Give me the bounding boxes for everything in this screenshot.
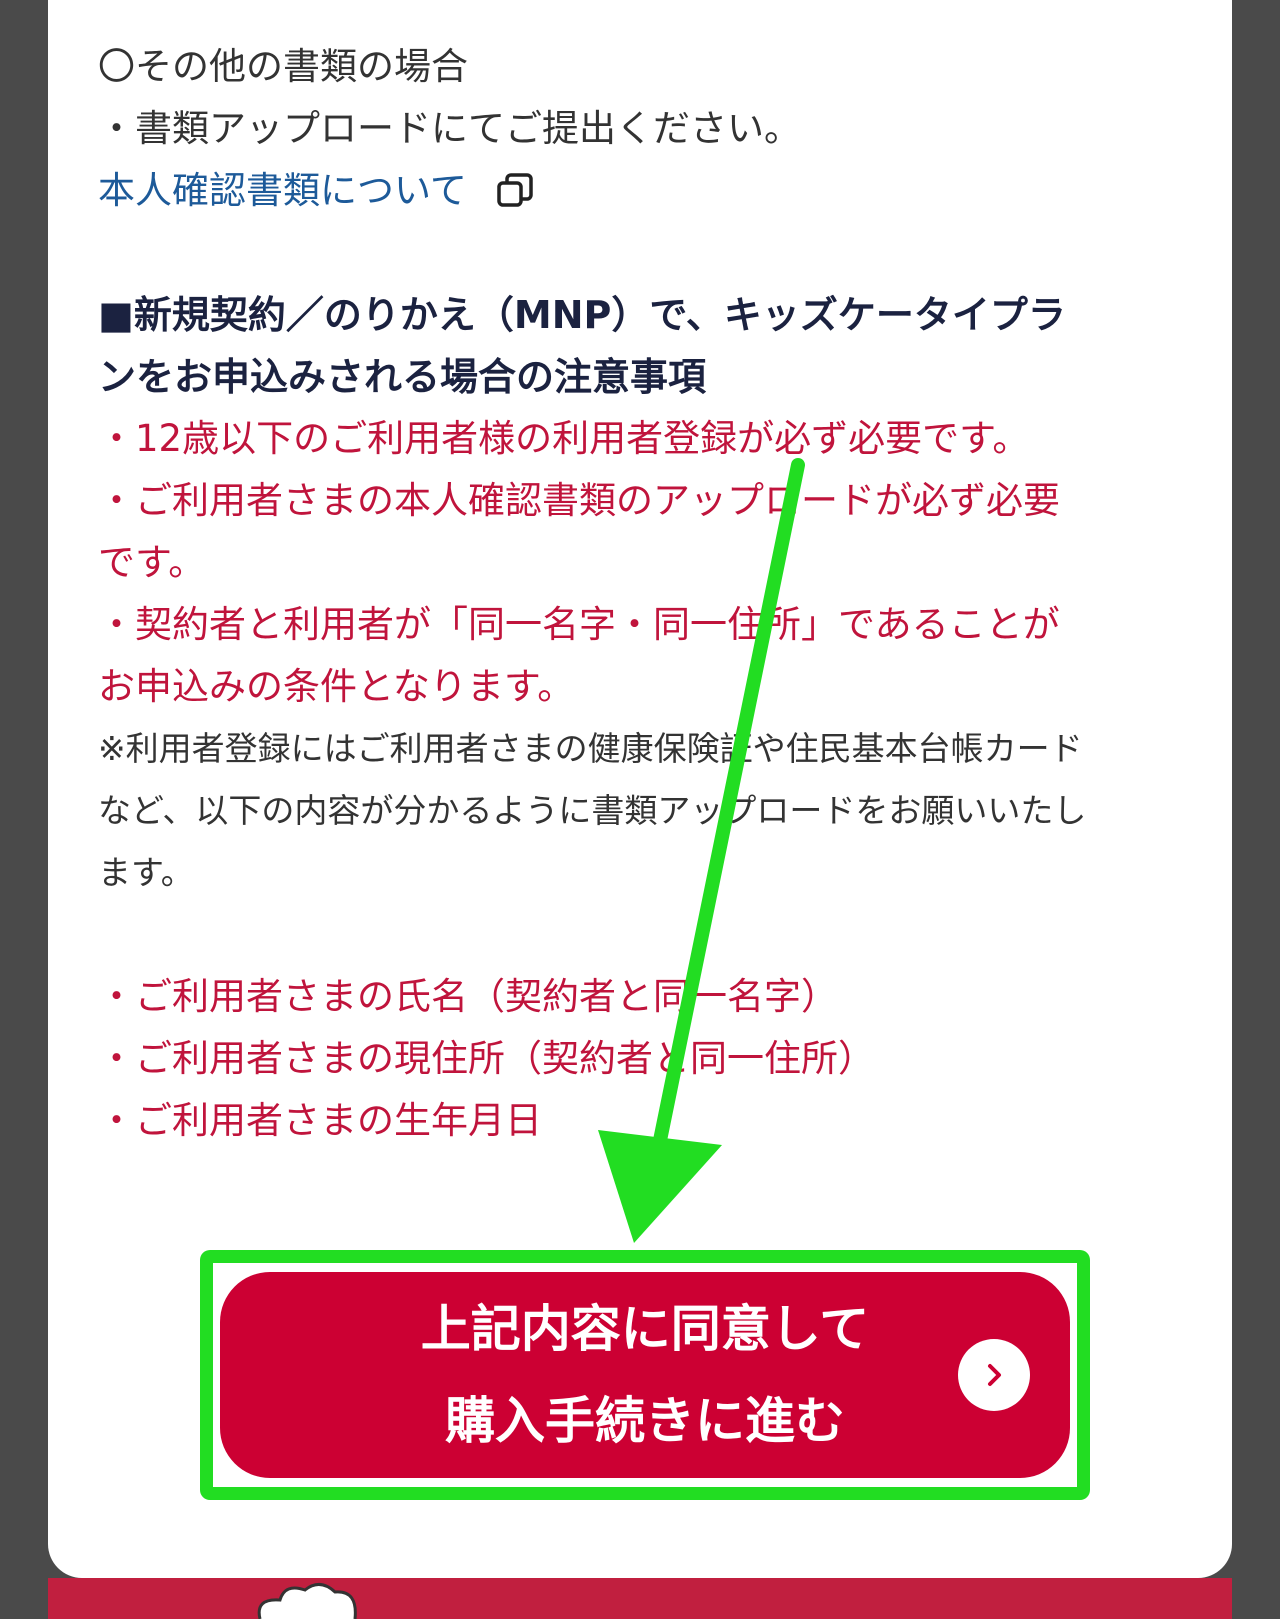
- kids-notice-heading-line2: ンをお申込みされる場合の注意事項: [98, 355, 707, 399]
- notice-red-line: です。: [98, 541, 206, 584]
- other-docs-heading: 〇その他の書類の場合: [98, 45, 468, 88]
- agree-button-line2: 購入手続きに進む: [445, 1392, 845, 1450]
- note-line: ます。: [98, 853, 194, 892]
- id-docs-link[interactable]: 本人確認書類について: [98, 160, 1228, 222]
- kids-notice-heading-line1: ■新規契約／のりかえ（MNP）で、キッズケータイプラ: [98, 293, 1066, 337]
- kids-notice-heading: ■新規契約／のりかえ（MNP）で、キッズケータイプラ ンをお申込みされる場合の注…: [98, 284, 1228, 408]
- notice-red-line: ・ご利用者さまの本人確認書類のアップロードが必ず必要: [98, 479, 1060, 522]
- other-docs-instruction: ・書類アップロードにてご提出ください。: [98, 107, 801, 150]
- agree-button-line1: 上記内容に同意して: [420, 1300, 870, 1358]
- notice-red-line: お申込みの条件となります。: [98, 665, 575, 708]
- chevron-right-icon: [958, 1339, 1030, 1411]
- note-line: ※利用者登録にはご利用者さまの健康保険証や住民基本台帳カード: [98, 729, 1083, 768]
- id-docs-link-label: 本人確認書類について: [98, 169, 467, 212]
- background-banner: [48, 1578, 1232, 1619]
- notice-red-line: ・契約者と利用者が「同一名字・同一住所」であることが: [98, 603, 1060, 646]
- notice-red-line: ・12歳以下のご利用者様の利用者登録が必ず必要です。: [98, 417, 1030, 460]
- required-item: ・ご利用者さまの氏名（契約者と同一名字）: [98, 975, 838, 1018]
- required-item: ・ご利用者さまの生年月日: [98, 1099, 542, 1142]
- cloud-icon: [257, 1583, 357, 1619]
- dialog-content: 〇その他の書類の場合 ・書類アップロードにてご提出ください。 本人確認書類につい…: [98, 36, 1228, 1152]
- external-link-icon: [497, 173, 533, 207]
- agree-and-proceed-button[interactable]: 上記内容に同意して 購入手続きに進む: [220, 1272, 1070, 1478]
- required-item: ・ご利用者さまの現住所（契約者と同一住所）: [98, 1037, 875, 1080]
- note-line: など、以下の内容が分かるように書類アップロードをお願いいたし: [98, 791, 1087, 830]
